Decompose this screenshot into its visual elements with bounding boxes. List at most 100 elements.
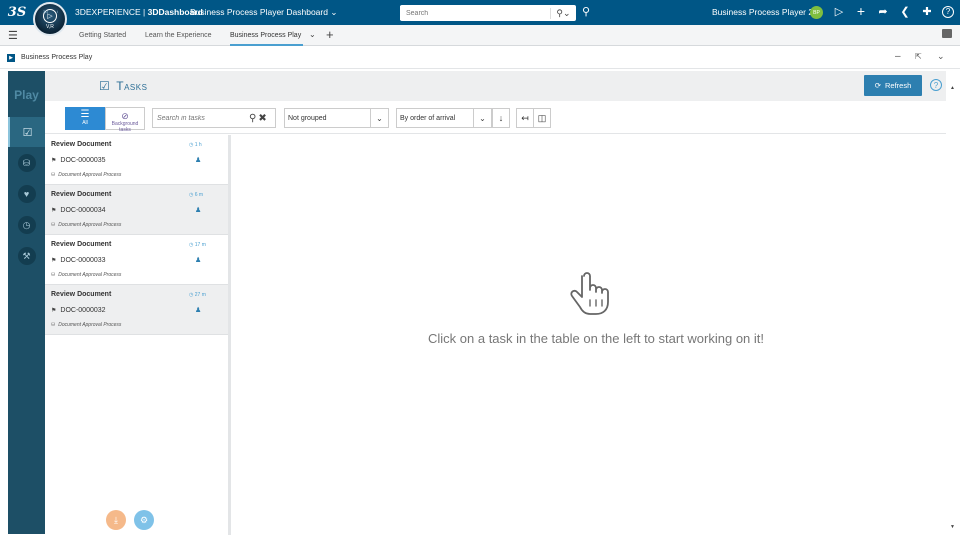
play-logo: Play: [14, 88, 39, 102]
task-title: Review Document: [51, 241, 112, 248]
search-icon[interactable]: ⚲⌄: [550, 7, 576, 19]
task-search-input[interactable]: [153, 114, 245, 122]
tag-icon[interactable]: ⚲: [582, 5, 590, 18]
tag-icon: ⚑: [51, 308, 57, 314]
task-row[interactable]: Review Document ◷ 1 h ⚑ DOC-0000035 ♟ ⛁ Do…: [45, 135, 228, 185]
checkbox-icon: ☑: [22, 126, 33, 139]
help-icon[interactable]: ?: [942, 6, 954, 18]
collapse-left-icon: ↤: [521, 112, 529, 123]
assignee-icon: ♟: [195, 207, 202, 214]
avatar[interactable]: BP: [810, 6, 823, 19]
task-document: ⚑ DOC-0000032: [51, 307, 106, 314]
task-document: ⚑ DOC-0000034: [51, 207, 106, 214]
clock-icon: ◷: [189, 242, 194, 248]
filter-all-button[interactable]: ☰ All: [65, 107, 105, 130]
hidden-eye-icon: ⊘: [121, 111, 129, 121]
ordering-select[interactable]: By order of arrival ⌄: [396, 108, 492, 128]
help-icon[interactable]: ?: [930, 79, 942, 91]
plus-icon[interactable]: +: [854, 3, 868, 19]
assignee-icon: ♟: [195, 307, 202, 314]
task-row[interactable]: Review Document ◷ 6 m ⚑ DOC-0000034 ♟ ⛁ Do…: [45, 185, 228, 235]
checkbox-icon: ☑: [99, 79, 111, 93]
sidebar-item-history[interactable]: ◷: [8, 210, 45, 240]
ds-logo-icon[interactable]: 3S: [0, 0, 34, 25]
share-icon[interactable]: ➦: [876, 5, 890, 18]
compass-icon[interactable]: 3D i ▷ V,R: [33, 2, 67, 36]
filter-background-label: Background tasks: [111, 121, 139, 133]
process-icon: ⛁: [51, 222, 56, 228]
add-tab-icon[interactable]: +: [326, 27, 334, 42]
sidebar-item-tasks[interactable]: ☑: [8, 117, 45, 147]
task-row[interactable]: Review Document ◷ 17 m ⚑ DOC-0000033 ♟ ⛁ D…: [45, 235, 228, 285]
maximize-icon[interactable]: ⇱: [915, 52, 922, 61]
split-view-button[interactable]: ◫: [533, 108, 551, 128]
scroll-down-icon[interactable]: ▼: [950, 524, 955, 530]
widget-menu-chevron-icon[interactable]: ⌄: [937, 51, 945, 62]
compass-version: V,R: [46, 23, 54, 30]
arrow-down-icon: ↓: [498, 113, 504, 123]
scroll-up-icon[interactable]: ▲: [950, 85, 955, 91]
task-document: ⚑ DOC-0000033: [51, 257, 106, 264]
task-age: ◷ 27 m: [189, 292, 206, 298]
tag-icon: ⚑: [51, 208, 57, 214]
search-icon[interactable]: ⚲: [249, 113, 256, 124]
task-row[interactable]: Review Document ◷ 27 m ⚑ DOC-0000032 ♟ ⛁ D…: [45, 285, 228, 335]
widget-app-icon: ▶: [7, 54, 15, 62]
brand-label: 3DEXPERIENCE | 3DDashboard: [75, 7, 203, 17]
minimize-icon[interactable]: –: [895, 51, 901, 62]
user-name[interactable]: Business Process Player 2: [712, 7, 813, 17]
tab-business-process-play[interactable]: Business Process Play: [230, 32, 304, 46]
tag-icon: ⚑: [51, 158, 57, 164]
grouping-value: Not grouped: [288, 114, 327, 122]
clock-icon: ◷: [17, 216, 36, 234]
clear-icon[interactable]: ✖: [258, 113, 266, 124]
global-search[interactable]: ⚲⌄: [400, 5, 576, 21]
sidebar-item-processes[interactable]: ⛁: [8, 148, 45, 178]
task-document: ⚑ DOC-0000035: [51, 157, 106, 164]
tasks-header: ☑ Tasks ⟳ Refresh ?: [45, 71, 960, 101]
tab-learn-the-experience[interactable]: Learn the Experience: [145, 32, 212, 39]
dashboard-title[interactable]: Business Process Player Dashboard ⌄: [190, 7, 337, 18]
chat-icon[interactable]: [942, 29, 952, 38]
task-age: ◷ 6 m: [189, 192, 204, 198]
hamburger-menu-icon[interactable]: ☰: [8, 29, 18, 42]
task-process: ⛁ Document Approval Process: [51, 222, 122, 228]
tab-menu-chevron-icon[interactable]: ⌄: [309, 30, 316, 39]
wrench-icon: ⚒: [17, 247, 36, 265]
process-icon: ⛁: [51, 322, 56, 328]
download-button[interactable]: ⤓: [106, 510, 126, 530]
task-process: ⛁ Document Approval Process: [51, 322, 122, 328]
refresh-button[interactable]: ⟳ Refresh: [864, 75, 922, 96]
filter-background-tasks-button[interactable]: ⊘ Background tasks: [105, 107, 145, 133]
download-icon: ⤓: [114, 514, 118, 525]
global-search-input[interactable]: [400, 6, 550, 20]
process-icon: ⛁: [51, 272, 56, 278]
list-icon: ☰: [80, 109, 90, 120]
panel-divider[interactable]: [228, 135, 231, 535]
task-age: ◷ 1 h: [189, 142, 202, 148]
network-icon: ⚙: [139, 514, 149, 525]
heartbeat-icon: ♥: [17, 185, 36, 203]
sidebar-item-monitoring[interactable]: ♥: [8, 179, 45, 209]
network-icon[interactable]: ❮: [898, 5, 912, 18]
scrollbar[interactable]: ▲ ▼: [946, 71, 960, 534]
share-button[interactable]: ⚙: [134, 510, 154, 530]
refresh-label: Refresh: [885, 81, 912, 90]
widget-title: Business Process Play: [21, 54, 93, 61]
sort-direction-button[interactable]: ↓: [492, 108, 510, 128]
bell-icon[interactable]: ▷: [832, 5, 846, 18]
app-sidebar: Play ☑ ⛁ ♥ ◷ ⚒: [8, 71, 45, 534]
clock-icon: ◷: [189, 142, 194, 148]
grouping-select[interactable]: Not grouped ⌄: [284, 108, 389, 128]
task-list: Review Document ◷ 1 h ⚑ DOC-0000035 ♟ ⛁ Do…: [45, 135, 228, 535]
empty-state-message: Click on a task in the table on the left…: [428, 331, 765, 346]
tools-icon[interactable]: ✚: [920, 5, 934, 18]
chevron-down-icon: ⌄: [370, 109, 388, 127]
sidebar-item-settings[interactable]: ⚒: [8, 241, 45, 271]
tasks-toolbar: ☰ All ⊘ Background tasks ⚲ ✖ Not grouped…: [45, 101, 946, 134]
task-title: Review Document: [51, 191, 112, 198]
tab-getting-started[interactable]: Getting Started: [79, 32, 126, 39]
collapse-button[interactable]: ↤: [516, 108, 534, 128]
chevron-down-icon[interactable]: ⌄: [330, 7, 337, 17]
task-search[interactable]: ⚲ ✖: [152, 108, 276, 128]
